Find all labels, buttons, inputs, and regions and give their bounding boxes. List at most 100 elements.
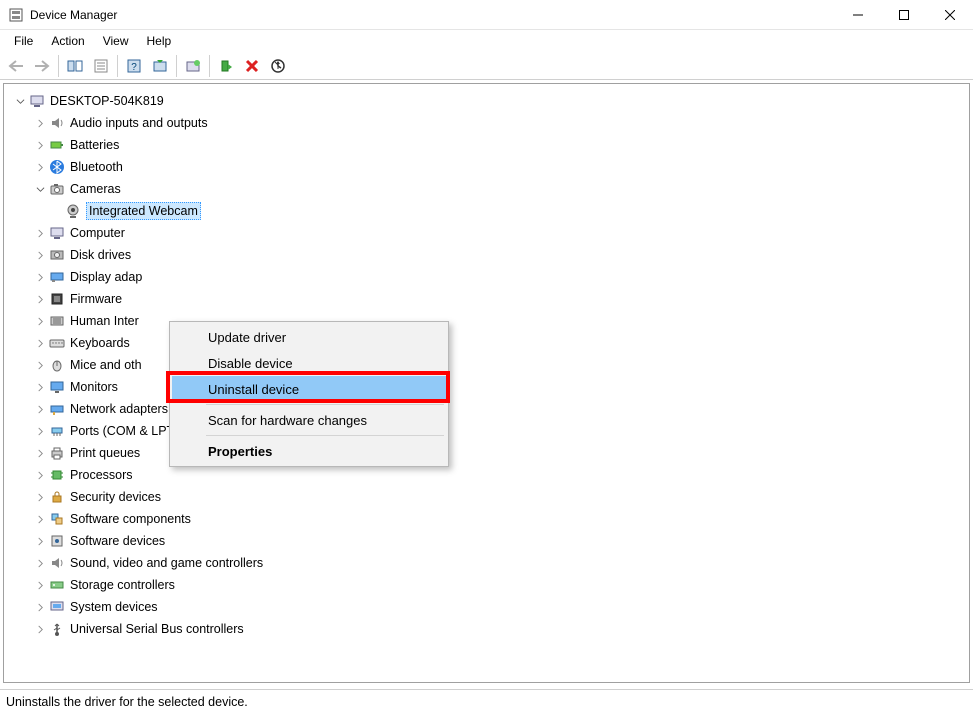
tree-item-hid[interactable]: Human Inter <box>8 310 965 332</box>
tree-item-storage-controllers[interactable]: Storage controllers <box>8 574 965 596</box>
storage-controller-icon <box>48 577 66 593</box>
context-properties[interactable]: Properties <box>172 438 446 464</box>
tree-item-disk-drives[interactable]: Disk drives <box>8 244 965 266</box>
chevron-right-icon[interactable] <box>32 467 48 483</box>
chevron-right-icon[interactable] <box>32 555 48 571</box>
firmware-icon <box>48 291 66 307</box>
chevron-right-icon[interactable] <box>32 533 48 549</box>
properties-button[interactable] <box>89 54 113 78</box>
svg-text:?: ? <box>131 62 137 73</box>
enable-device-button[interactable] <box>214 54 238 78</box>
context-disable-device[interactable]: Disable device <box>172 350 446 376</box>
hid-icon <box>48 313 66 329</box>
system-devices-icon <box>48 599 66 615</box>
tree-item-monitors[interactable]: Monitors <box>8 376 965 398</box>
chevron-right-icon[interactable] <box>32 247 48 263</box>
usb-icon <box>48 621 66 637</box>
chevron-down-icon[interactable] <box>12 93 28 109</box>
processor-icon <box>48 467 66 483</box>
minimize-button[interactable] <box>835 0 881 30</box>
tree-item-software-components[interactable]: Software components <box>8 508 965 530</box>
selected-device-label: Integrated Webcam <box>86 202 201 220</box>
app-icon <box>8 7 24 23</box>
tree-item-system-devices[interactable]: System devices <box>8 596 965 618</box>
disable-device-button[interactable] <box>266 54 290 78</box>
context-uninstall-device[interactable]: Uninstall device <box>172 376 446 402</box>
help-button[interactable]: ? <box>122 54 146 78</box>
scan-hardware-button[interactable] <box>148 54 172 78</box>
window-title: Device Manager <box>30 8 117 22</box>
context-update-driver[interactable]: Update driver <box>172 324 446 350</box>
network-icon <box>48 401 66 417</box>
monitor-icon <box>48 379 66 395</box>
tree-item-keyboards[interactable]: Keyboards <box>8 332 965 354</box>
tree-item-audio[interactable]: Audio inputs and outputs <box>8 112 965 134</box>
chevron-down-icon[interactable] <box>32 181 48 197</box>
chevron-right-icon[interactable] <box>32 577 48 593</box>
chevron-right-icon[interactable] <box>32 225 48 241</box>
chevron-right-icon[interactable] <box>32 137 48 153</box>
context-separator <box>206 404 444 405</box>
menu-view[interactable]: View <box>95 32 137 50</box>
camera-icon <box>48 181 66 197</box>
chevron-right-icon[interactable] <box>32 379 48 395</box>
statusbar-text: Uninstalls the driver for the selected d… <box>6 695 248 709</box>
maximize-button[interactable] <box>881 0 927 30</box>
software-components-icon <box>48 511 66 527</box>
chevron-right-icon[interactable] <box>32 335 48 351</box>
display-adapter-icon <box>48 269 66 285</box>
tree-item-bluetooth[interactable]: Bluetooth <box>8 156 965 178</box>
chevron-right-icon[interactable] <box>32 159 48 175</box>
tree-item-computer[interactable]: Computer <box>8 222 965 244</box>
chevron-right-icon[interactable] <box>32 489 48 505</box>
tree-item-usb[interactable]: Universal Serial Bus controllers <box>8 618 965 640</box>
tree-item-integrated-webcam[interactable]: Integrated Webcam <box>8 200 965 222</box>
chevron-right-icon[interactable] <box>32 511 48 527</box>
titlebar: Device Manager <box>0 0 973 30</box>
computer-icon <box>48 225 66 241</box>
tree-item-batteries[interactable]: Batteries <box>8 134 965 156</box>
chevron-right-icon[interactable] <box>32 357 48 373</box>
tree-item-network[interactable]: Network adapters <box>8 398 965 420</box>
keyboard-icon <box>48 335 66 351</box>
device-tree-panel: DESKTOP-504K819 Audio inputs and outputs… <box>3 83 970 683</box>
menu-action[interactable]: Action <box>43 32 92 50</box>
menu-help[interactable]: Help <box>139 32 180 50</box>
tree-item-cameras[interactable]: Cameras <box>8 178 965 200</box>
tree-item-mice[interactable]: Mice and oth <box>8 354 965 376</box>
disk-icon <box>48 247 66 263</box>
tree-item-display-adapters[interactable]: Display adap <box>8 266 965 288</box>
webcam-icon <box>64 203 82 219</box>
menu-file[interactable]: File <box>6 32 41 50</box>
tree-root[interactable]: DESKTOP-504K819 <box>8 90 965 112</box>
chevron-right-icon[interactable] <box>32 621 48 637</box>
tree-item-print-queues[interactable]: Print queues <box>8 442 965 464</box>
forward-button[interactable] <box>30 54 54 78</box>
back-button[interactable] <box>4 54 28 78</box>
chevron-right-icon[interactable] <box>32 291 48 307</box>
tree-item-security[interactable]: Security devices <box>8 486 965 508</box>
battery-icon <box>48 137 66 153</box>
context-scan-hardware[interactable]: Scan for hardware changes <box>172 407 446 433</box>
device-tree[interactable]: DESKTOP-504K819 Audio inputs and outputs… <box>4 84 969 646</box>
tree-item-ports[interactable]: Ports (COM & LPT) <box>8 420 965 442</box>
chevron-right-icon[interactable] <box>32 423 48 439</box>
tree-item-software-devices[interactable]: Software devices <box>8 530 965 552</box>
security-icon <box>48 489 66 505</box>
context-separator <box>206 435 444 436</box>
toolbar: ? <box>0 52 973 80</box>
chevron-right-icon[interactable] <box>32 599 48 615</box>
update-driver-button[interactable] <box>181 54 205 78</box>
tree-item-sound[interactable]: Sound, video and game controllers <box>8 552 965 574</box>
ports-icon <box>48 423 66 439</box>
chevron-right-icon[interactable] <box>32 401 48 417</box>
chevron-right-icon[interactable] <box>32 445 48 461</box>
tree-item-firmware[interactable]: Firmware <box>8 288 965 310</box>
tree-item-processors[interactable]: Processors <box>8 464 965 486</box>
chevron-right-icon[interactable] <box>32 313 48 329</box>
uninstall-device-button[interactable] <box>240 54 264 78</box>
chevron-right-icon[interactable] <box>32 115 48 131</box>
show-hide-console-tree-button[interactable] <box>63 54 87 78</box>
close-button[interactable] <box>927 0 973 30</box>
chevron-right-icon[interactable] <box>32 269 48 285</box>
